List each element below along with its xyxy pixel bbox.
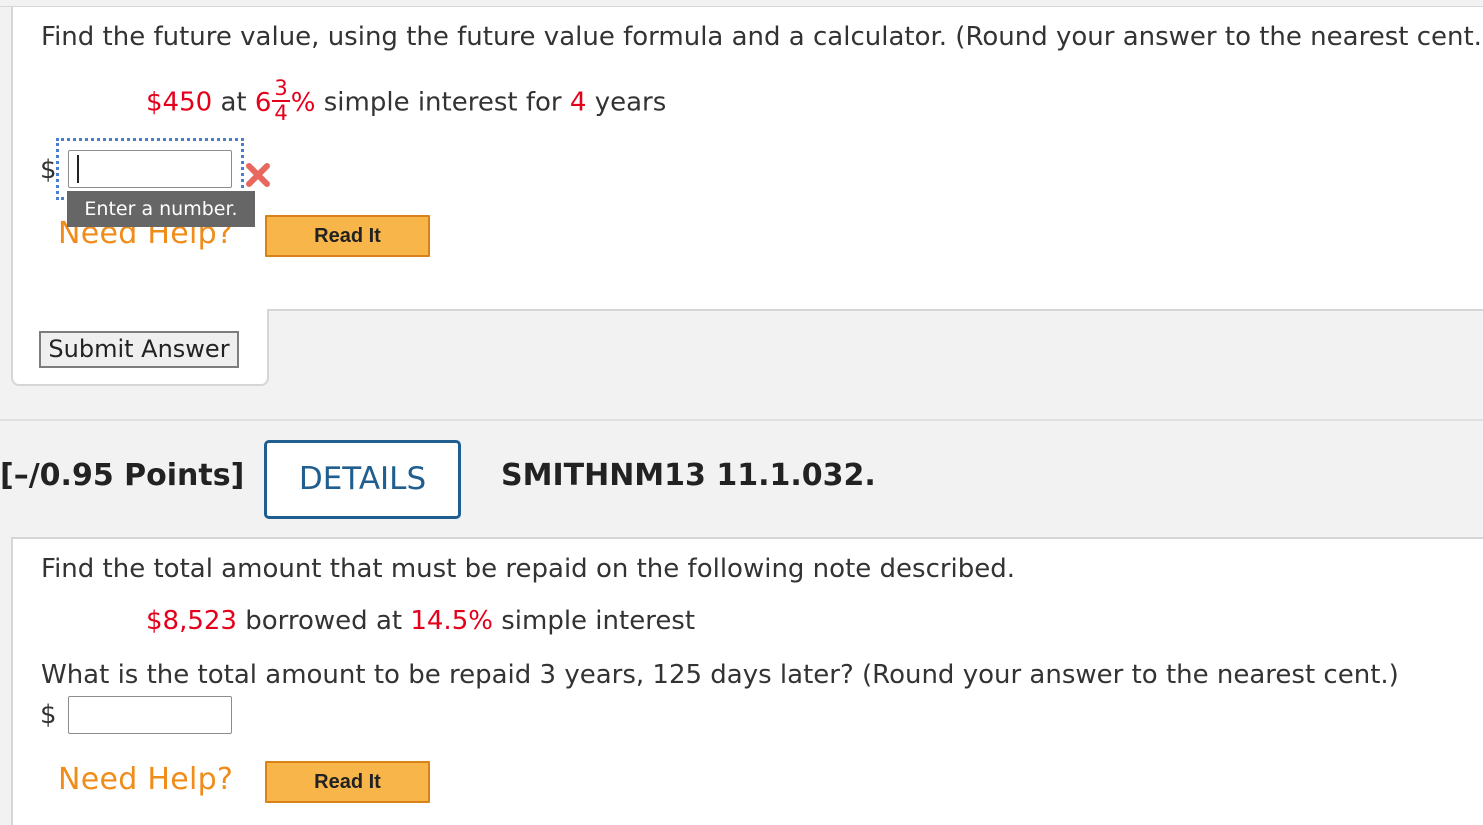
- principal-value: $450: [146, 87, 213, 118]
- incorrect-x-icon: [246, 163, 270, 187]
- simple-interest-for: simple interest for: [323, 87, 562, 118]
- read-it-button-2[interactable]: Read It: [265, 761, 430, 803]
- at-word: at: [220, 87, 247, 118]
- details-button[interactable]: DETAILS: [264, 440, 461, 519]
- question-id: SMITHNM13 11.1.032.: [501, 458, 876, 493]
- simple-interest: simple interest: [501, 606, 696, 636]
- question-2-prompt: Find the total amount that must be repai…: [41, 554, 1016, 584]
- currency-symbol: $: [40, 155, 57, 185]
- interest-rate: 14.5%: [410, 606, 493, 636]
- question-2-given: $8,523 borrowed at 14.5% simple interest: [146, 606, 695, 636]
- rate-fraction-numerator: 3: [272, 76, 290, 102]
- question-1-given: $450 at 6 3 4% simple interest for 4 years: [146, 78, 667, 126]
- rate-whole: 6: [254, 87, 272, 118]
- input-tooltip: Enter a number.: [67, 191, 255, 227]
- rate-value: 6 3 4%: [254, 78, 316, 124]
- borrowed-amount: $8,523: [146, 606, 237, 636]
- question-header-divider: [0, 419, 1483, 421]
- question-points: [–/0.95 Points]: [0, 458, 245, 493]
- borrowed-at: borrowed at: [245, 606, 403, 636]
- question-2-question: What is the total amount to be repaid 3 …: [41, 660, 1399, 690]
- rate-percent-sign: %: [290, 87, 316, 118]
- question-1-prompt: Find the future value, using the future …: [41, 22, 1483, 52]
- future-value-input[interactable]: [68, 150, 232, 188]
- need-help-label-2: Need Help?: [58, 762, 234, 797]
- rate-fraction-denominator: 4: [274, 101, 288, 125]
- currency-symbol-2: $: [40, 700, 57, 730]
- panel-divider: [269, 309, 1483, 311]
- submit-answer-button[interactable]: Submit Answer: [39, 331, 239, 368]
- read-it-button[interactable]: Read It: [265, 215, 430, 257]
- total-repaid-input[interactable]: [68, 696, 232, 734]
- rate-fraction: 34: [272, 76, 290, 125]
- years-value: 4: [569, 87, 587, 118]
- text-caret: [77, 155, 79, 183]
- years-word: years: [594, 87, 667, 118]
